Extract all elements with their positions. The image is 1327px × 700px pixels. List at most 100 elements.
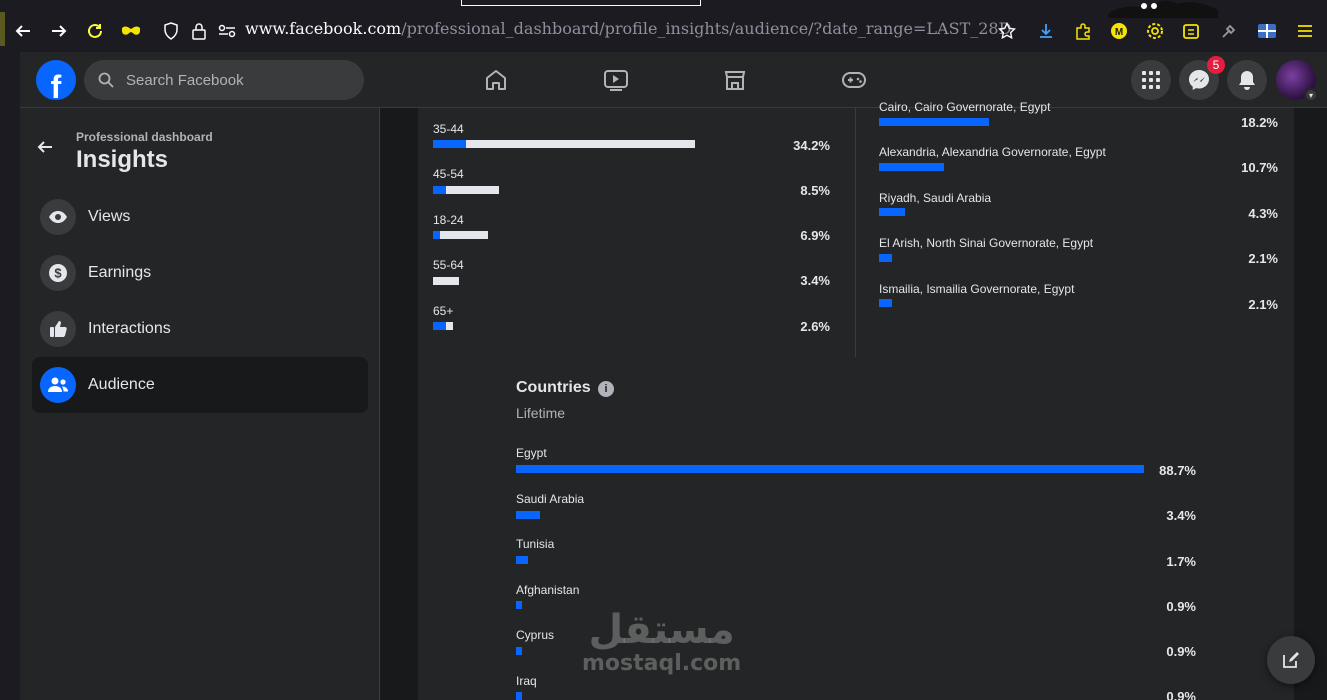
forward-arrow-icon[interactable] [48,20,70,42]
video-icon[interactable] [602,66,630,94]
age-value: 3.4% [800,273,830,288]
country-value: 1.7% [1166,554,1196,569]
reload-icon[interactable] [84,20,106,42]
messenger-button[interactable]: 5 [1179,56,1225,100]
back-icon[interactable] [36,138,54,162]
country-label: Saudi Arabia [516,492,585,506]
home-icon[interactable] [482,66,510,94]
sidebar-item-label: Interactions [88,320,171,337]
city-label: El Arish, North Sinai Governorate, Egypt [879,236,1094,250]
country-value: 0.9% [1166,689,1196,700]
age-value: 2.6% [800,319,830,334]
dollar-icon: $ [40,255,76,291]
sidebar-item-label: Audience [88,376,155,393]
sidebar-item-label: Earnings [88,264,152,281]
app-menu-icon[interactable] [1294,20,1316,42]
age-label: 65+ [433,304,454,318]
city-value: 4.3% [1248,206,1278,221]
age-label: 35-44 [433,122,464,136]
facebook-logo-icon[interactable]: f [36,60,76,100]
bell-icon [1239,71,1255,90]
audience-card: 35-44 34.2% 45-54 8.5% 18-24 6.9% 55-64 … [418,100,1294,700]
info-icon[interactable]: i [598,381,614,397]
shield-icon[interactable] [160,20,182,42]
city-value: 10.7% [1241,160,1278,175]
url-path: /professional_dashboard/profile_insights… [401,19,1012,38]
people-icon [40,367,76,403]
search-box[interactable]: Search Facebook [84,60,364,100]
messenger-badge: 5 [1207,56,1225,74]
menu-grid-button[interactable] [1131,60,1171,100]
column-divider [855,108,856,357]
age-bar [433,322,453,330]
watermark-arabic: مستقل [588,607,735,653]
extension-box-icon[interactable] [1180,20,1202,42]
city-value: 18.2% [1241,115,1278,130]
insights-sidebar: Professional dashboard Insights Views $ … [20,108,380,700]
mostaql-watermark: مستقل mostaql.com [582,608,741,676]
country-value: 88.7% [1159,463,1196,478]
city-value: 2.1% [1248,297,1278,312]
gaming-icon[interactable] [840,66,868,94]
city-label: Alexandria, Alexandria Governorate, Egyp… [879,145,1106,159]
age-value: 6.9% [800,228,830,243]
city-label: Ismailia, Ismailia Governorate, Egypt [879,282,1075,296]
edit-icon [1283,652,1299,668]
browser-toolbar: www.facebook.com/professional_dashboard/… [0,0,1327,52]
permissions-icon[interactable] [216,20,238,42]
search-icon [96,70,116,90]
countries-subtitle: Lifetime [516,405,566,421]
extension-flag-icon[interactable] [1256,20,1278,42]
extensions-puzzle-icon[interactable] [1072,20,1094,42]
country-label: Tunisia [516,537,555,551]
notifications-button[interactable] [1227,60,1267,100]
bookmark-star-icon[interactable] [996,20,1018,42]
grid-icon [1142,71,1160,89]
sidebar-item-audience[interactable]: Audience [32,357,368,413]
marketplace-icon[interactable] [721,66,749,94]
facebook-header: f Search Facebook 5 ▾ [20,52,1327,108]
chevron-down-icon[interactable]: ▾ [1304,88,1318,102]
age-value: 34.2% [793,138,830,153]
age-bar [433,186,499,194]
url-bar[interactable]: www.facebook.com/professional_dashboard/… [245,19,1011,38]
country-value: 3.4% [1166,508,1196,523]
age-bar [433,277,459,285]
messenger-icon [1189,70,1209,90]
country-label: Egypt [516,446,547,460]
settings-gear-icon[interactable] [1144,20,1166,42]
eye-icon [40,199,76,235]
city-label: Riyadh, Saudi Arabia [879,191,992,205]
url-host: www.facebook.com [245,19,402,38]
city-value: 2.1% [1248,251,1278,266]
active-tab-outline [461,0,701,6]
lock-icon[interactable] [188,20,210,42]
city-label: Cairo, Cairo Governorate, Egypt [879,100,1051,114]
extension-tool-icon[interactable] [1218,20,1240,42]
compose-button[interactable] [1267,636,1315,684]
extension-m-icon[interactable]: M [1108,20,1130,42]
download-icon[interactable] [1035,20,1057,42]
sidebar-item-views[interactable]: Views [32,189,368,245]
svg-text:$: $ [54,266,62,281]
page-title: Insights [76,146,169,173]
countries-title: Countries [516,379,591,396]
search-input[interactable]: Search Facebook [126,72,244,89]
age-label: 45-54 [433,167,464,181]
sidebar-toggle-strip [0,12,5,46]
country-label: Cyprus [516,628,555,642]
country-value: 0.9% [1166,644,1196,659]
profile-avatar[interactable]: ▾ [1276,60,1318,102]
age-bar [433,140,695,148]
private-mask-icon [120,20,142,42]
age-bar [433,231,488,239]
back-arrow-icon[interactable] [12,20,34,42]
sidebar-item-interactions[interactable]: Interactions [32,301,368,357]
age-value: 8.5% [800,183,830,198]
watermark-latin: mostaql.com [582,651,742,676]
sidebar-item-label: Views [88,208,131,225]
sidebar-item-earnings[interactable]: $ Earnings [32,245,368,301]
age-label: 18-24 [433,213,464,227]
age-label: 55-64 [433,258,464,272]
country-label: Afghanistan [516,583,580,597]
